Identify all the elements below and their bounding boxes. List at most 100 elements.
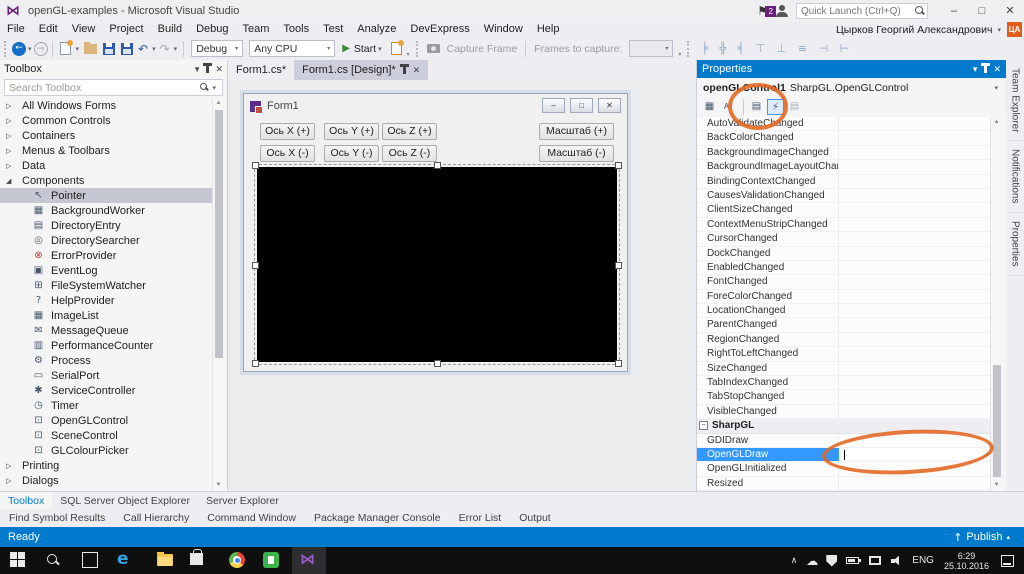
defender-shield-icon[interactable]	[826, 554, 838, 567]
onedrive-icon[interactable]: ☁	[806, 554, 818, 568]
chevron-down-icon[interactable]: ▾	[76, 45, 80, 53]
toolbox-group-printing[interactable]: ▷ Printing	[0, 458, 212, 473]
task-view-icon[interactable]	[82, 552, 98, 568]
capture-frame-label[interactable]: Capture Frame	[447, 43, 518, 55]
toolbar-grip[interactable]	[687, 40, 691, 57]
pin-icon[interactable]	[981, 63, 991, 73]
event-value-cell[interactable]	[839, 160, 991, 173]
pin-icon[interactable]	[203, 63, 213, 73]
person-icon[interactable]	[776, 5, 788, 17]
menu-item[interactable]: Window	[477, 22, 530, 37]
menu-item[interactable]: Edit	[32, 22, 65, 37]
platform-dropdown[interactable]: Any CPU ▾	[249, 40, 336, 57]
panel-tab[interactable]: Server Explorer	[198, 492, 287, 509]
toolbox-item-openglcontrol[interactable]: ⊡ OpenGLControl	[0, 413, 212, 428]
undo-icon[interactable]: ↶	[138, 42, 148, 56]
event-row-gdidraw[interactable]: GDIDraw	[697, 433, 991, 448]
navigate-back-icon[interactable]: ←	[12, 41, 26, 56]
menu-item[interactable]: Test	[316, 22, 350, 37]
new-project-icon[interactable]	[59, 40, 73, 55]
menu-item[interactable]: Project	[102, 22, 150, 37]
menu-item[interactable]: View	[65, 22, 103, 37]
close-icon[interactable]: ✕	[993, 64, 1001, 75]
event-row[interactable]: SizeChanged	[697, 361, 991, 377]
toolbox-item-filesystemwatcher[interactable]: ⊞ FileSystemWatcher	[0, 278, 212, 293]
form-designer-surface[interactable]: Form1 – □ ✕ Ось X (+) Ось Y (+) Ось Z (+) …	[228, 80, 696, 491]
pin-icon[interactable]	[399, 64, 409, 74]
axis-plus-button[interactable]: Ось X (+)	[260, 123, 315, 140]
maximize-button[interactable]: □	[968, 1, 996, 21]
event-value-cell[interactable]	[839, 434, 991, 447]
toolbox-search[interactable]: ▾	[4, 79, 223, 96]
toolbox-group-dialogs[interactable]: ▷ Dialogs	[0, 473, 212, 488]
toolbox-item-scenecontrol[interactable]: ⊡ SceneControl	[0, 428, 212, 443]
event-row[interactable]: TabIndexChanged	[697, 376, 991, 391]
output-tab[interactable]: Find Symbol Results	[0, 509, 114, 527]
toolbar-grip[interactable]	[415, 40, 420, 57]
toolbox-item-helpprovider[interactable]: ? HelpProvider	[0, 293, 212, 308]
toolbox-group-containers[interactable]: ▷ Containers	[0, 128, 212, 143]
event-value-cell[interactable]	[839, 477, 991, 490]
chrome-icon[interactable]	[229, 552, 245, 568]
resize-handle[interactable]	[615, 262, 622, 269]
event-value-cell[interactable]	[839, 304, 991, 317]
toolbox-search-input[interactable]	[9, 81, 200, 94]
chevron-down-icon[interactable]: ▾	[973, 64, 978, 75]
axis-minus-button[interactable]: Ось Y (-)	[324, 145, 379, 162]
navigate-forward-icon[interactable]: →	[33, 41, 48, 56]
chevron-down-icon[interactable]: ▾	[152, 45, 156, 53]
axis-minus-button[interactable]: Ось Z (-)	[382, 145, 437, 162]
event-value-cell[interactable]	[839, 232, 991, 245]
menu-item[interactable]: DevExpress	[403, 22, 476, 37]
form-close-button[interactable]: ✕	[598, 98, 621, 113]
language-indicator[interactable]: ENG	[912, 555, 934, 566]
feedback-flag-button[interactable]: ⚑ 2	[757, 4, 777, 18]
event-value-cell[interactable]	[839, 405, 991, 418]
event-value-cell[interactable]	[839, 318, 991, 331]
event-value-cell[interactable]	[839, 189, 991, 202]
event-row[interactable]: VisibleChanged	[697, 404, 991, 420]
event-row[interactable]: CursorChanged	[697, 232, 991, 247]
opengl-control[interactable]	[252, 162, 622, 367]
event-value-cell[interactable]	[839, 362, 991, 375]
menu-item[interactable]: Build	[151, 22, 189, 37]
file-explorer-icon[interactable]	[157, 552, 173, 566]
side-tab[interactable]: Team Explorer	[1007, 60, 1023, 142]
event-row[interactable]: RightToLeftChanged	[697, 347, 991, 362]
close-icon[interactable]: ✕	[413, 65, 421, 76]
user-account[interactable]: Цырков Георгий Александрович ▾ ЦА	[836, 22, 1022, 37]
menu-item[interactable]: Tools	[276, 22, 316, 37]
toolbox-item-pointer[interactable]: ↖ Pointer	[0, 188, 212, 203]
event-value-cell[interactable]	[839, 117, 991, 130]
event-row[interactable]: BindingContextChanged	[697, 174, 991, 189]
quick-launch-input[interactable]	[796, 3, 928, 19]
redo-icon[interactable]: ↷	[160, 42, 170, 56]
clock[interactable]: 6:29 25.10.2016	[944, 551, 989, 571]
evernote-icon[interactable]	[263, 552, 279, 568]
close-icon[interactable]: ✕	[215, 64, 223, 75]
save-icon[interactable]	[103, 42, 116, 55]
toolbox-item-serialport[interactable]: ▭ SerialPort	[0, 368, 212, 383]
tray-expand-icon[interactable]: ∧	[791, 556, 798, 566]
event-value-cell[interactable]	[839, 462, 991, 475]
resize-handle[interactable]	[252, 262, 259, 269]
event-row[interactable]: BackColorChanged	[697, 131, 991, 146]
minimize-button[interactable]: –	[940, 1, 968, 21]
event-row[interactable]: ForeColorChanged	[697, 289, 991, 305]
toolbox-item-process[interactable]: ⚙ Process	[0, 353, 212, 368]
event-value-cell[interactable]	[839, 290, 991, 303]
battery-icon[interactable]	[846, 557, 862, 564]
event-row[interactable]: ParentChanged	[697, 318, 991, 333]
event-row-resized[interactable]: Resized	[697, 476, 991, 491]
toolbar-grip[interactable]	[4, 40, 8, 57]
tab-form1-design[interactable]: Form1.cs [Design]* ✕	[294, 60, 429, 80]
property-pages-icon[interactable]: ▤	[786, 99, 803, 115]
event-value-cell[interactable]	[839, 347, 991, 360]
overflow-chevron-icon[interactable]: ▾	[678, 51, 681, 60]
side-tab[interactable]: Properties	[1007, 213, 1023, 276]
toolbox-group-all-windows-forms[interactable]: ▷ All Windows Forms	[0, 98, 212, 113]
form1-window[interactable]: Form1 – □ ✕ Ось X (+) Ось Y (+) Ось Z (+) …	[243, 93, 628, 372]
scale-minus-button[interactable]: Масштаб (-)	[539, 145, 614, 162]
chevron-down-icon[interactable]: ▾	[195, 64, 200, 75]
toolbox-item-errorprovider[interactable]: ⊗ ErrorProvider	[0, 248, 212, 263]
